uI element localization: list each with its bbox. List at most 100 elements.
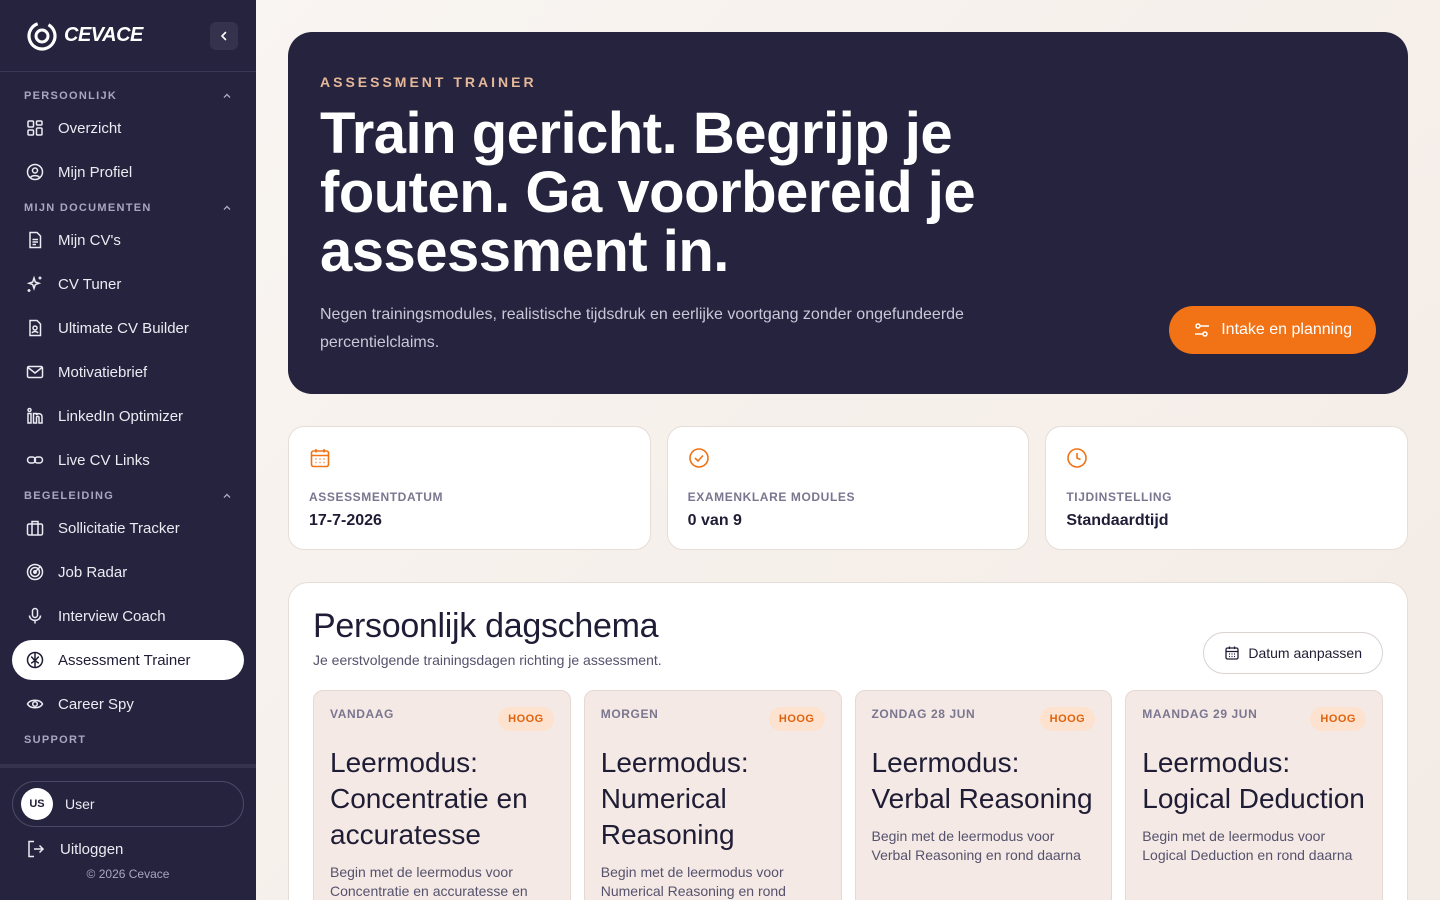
mail-icon (26, 365, 44, 379)
sidebar-item-label: Motivatiebrief (58, 363, 148, 381)
sidebar-nav: PERSOONLIJK Overzicht Mijn Profiel MIJN … (0, 72, 256, 752)
priority-badge: HOOG (1039, 707, 1096, 731)
day-title: Leermodus: Verbal Reasoning (871, 747, 1093, 814)
chevron-left-icon (221, 31, 227, 40)
link-icon (26, 456, 44, 464)
sidebar-item-label: Mijn Profiel (58, 163, 133, 181)
day-title: Leermodus: Concentratie en accuratesse (330, 747, 528, 850)
logout-button[interactable]: Uitloggen (12, 827, 244, 871)
sidebar-item-overzicht[interactable]: Overzicht (12, 108, 244, 148)
section-header-begeleiding[interactable]: BEGELEIDING (12, 484, 244, 508)
sliders-icon (1195, 323, 1210, 337)
sidebar-item-linkedin-optimizer[interactable]: LinkedIn Optimizer (12, 396, 244, 436)
day-description: Begin met de leermodus voor Numerical Re… (600, 864, 786, 899)
file-user-icon (29, 319, 42, 337)
user-menu[interactable]: US User (12, 781, 244, 827)
sidebar-item-label: Ultimate CV Builder (58, 319, 189, 337)
schedule-panel: Persoonlijk dagschema Je eerstvolgende t… (288, 582, 1408, 900)
sidebar-item-assessment-trainer[interactable]: Assessment Trainer (12, 640, 244, 680)
section-header-persoonlijk[interactable]: PERSOONLIJK (12, 84, 244, 108)
section-title: MIJN DOCUMENTEN (24, 202, 152, 214)
collapse-sidebar-button[interactable] (210, 21, 238, 50)
chevron-up-icon (223, 205, 231, 210)
stat-card-tijdinstelling: TIJDINSTELLING Standaardtijd (1045, 426, 1409, 550)
stat-label: TIJDINSTELLING (1066, 490, 1173, 504)
chevron-up-icon (223, 493, 231, 498)
section-title: SUPPORT (24, 734, 87, 746)
sidebar-item-live-cv-links[interactable]: Live CV Links (12, 440, 244, 480)
sidebar-item-interview-coach[interactable]: Interview Coach (12, 596, 244, 636)
sidebar-item-sollicitatie-tracker[interactable]: Sollicitatie Tracker (12, 508, 244, 548)
sidebar-item-motivatiebrief[interactable]: Motivatiebrief (12, 352, 244, 392)
section-title: PERSOONLIJK (24, 90, 118, 102)
calendar-icon (310, 449, 330, 468)
stat-value: 17-7-2026 (309, 512, 382, 529)
file-text-icon (29, 231, 42, 249)
day-description: Begin met de leermodus voor Logical Dedu… (1142, 828, 1353, 863)
dashboard-icon (27, 120, 43, 136)
brain-icon (26, 651, 44, 669)
day-card[interactable]: MAANDAG 29 JUN HOOG Leermodus: Logical D… (1125, 690, 1383, 900)
adjust-date-label: Datum aanpassen (1248, 645, 1362, 661)
main-content: ASSESSMENT TRAINER Train gericht. Begrij… (256, 0, 1440, 900)
section-title: BEGELEIDING (24, 490, 115, 502)
sidebar-item-label: CV Tuner (58, 275, 122, 293)
check-circle-icon (688, 448, 709, 468)
sidebar-item-label: LinkedIn Optimizer (58, 407, 184, 425)
sidebar-item-label: Sollicitatie Tracker (58, 519, 180, 537)
day-cards: VANDAAG HOOG Leermodus: Concentratie en … (313, 690, 1383, 900)
sidebar-item-label: Overzicht (58, 119, 122, 137)
chevron-up-icon (223, 93, 231, 98)
day-description: Begin met de leermodus voor Verbal Reaso… (871, 828, 1081, 863)
day-title: Leermodus: Numerical Reasoning (600, 747, 749, 850)
day-description: Begin met de leermodus voor Concentratie… (330, 864, 528, 899)
sidebar-footer: US User Uitloggen © 2026 Cevace (0, 764, 256, 881)
user-circle-icon (26, 163, 44, 181)
intake-planning-button[interactable]: Intake en planning (1169, 306, 1376, 354)
sidebar-item-career-spy[interactable]: Career Spy (12, 684, 244, 724)
briefcase-icon (26, 520, 44, 536)
sidebar-item-cv-tuner[interactable]: CV Tuner (12, 264, 244, 304)
brand-logo[interactable]: CEVACE (26, 20, 143, 52)
sidebar-item-label: Career Spy (58, 695, 134, 713)
hero-banner: ASSESSMENT TRAINER Train gericht. Begrij… (288, 32, 1408, 394)
day-card[interactable]: VANDAAG HOOG Leermodus: Concentratie en … (313, 690, 571, 900)
stat-value: Standaardtijd (1066, 512, 1169, 529)
eye-icon (26, 699, 44, 709)
adjust-date-button[interactable]: Datum aanpassen (1203, 632, 1383, 674)
sidebar-item-label: Job Radar (58, 563, 128, 581)
day-card[interactable]: ZONDAG 28 JUN HOOG Leermodus: Verbal Rea… (854, 690, 1113, 900)
radar-icon (26, 563, 44, 581)
sidebar-item-mijn-profiel[interactable]: Mijn Profiel (12, 152, 244, 192)
logo-icon (27, 20, 57, 51)
stat-value: 0 van 9 (687, 512, 742, 529)
stats-row: ASSESSMENTDATUM 17-7-2026 EXAMENKLARE MO… (288, 426, 1409, 550)
copyright: © 2026 Cevace (86, 867, 170, 881)
section-header-mijn-documenten[interactable]: MIJN DOCUMENTEN (12, 196, 244, 220)
priority-badge: HOOG (768, 707, 825, 731)
stat-label: ASSESSMENTDATUM (309, 490, 444, 504)
stat-card-assessmentdatum: ASSESSMENTDATUM 17-7-2026 (288, 426, 651, 550)
priority-badge: HOOG (1310, 707, 1366, 731)
brand-name: CEVACE (64, 24, 143, 46)
hero-subtitle: Negen trainingsmodules, realistische tij… (320, 306, 964, 351)
intake-planning-label: Intake en planning (1221, 321, 1352, 338)
day-card[interactable]: MORGEN HOOG Leermodus: Numerical Reasoni… (583, 690, 842, 900)
microphone-icon (28, 607, 42, 624)
day-title: Leermodus: Logical Deduction (1142, 747, 1365, 814)
stat-card-examenklare-modules: EXAMENKLARE MODULES 0 van 9 (666, 426, 1030, 550)
stat-label: EXAMENKLARE MODULES (687, 490, 856, 504)
sidebar-item-mijn-cvs[interactable]: Mijn CV's (12, 220, 244, 260)
sidebar-item-job-radar[interactable]: Job Radar (12, 552, 244, 592)
brand-bar: CEVACE (0, 0, 256, 72)
user-name: User (65, 796, 95, 812)
priority-badge: HOOG (498, 707, 554, 731)
hero-kicker: ASSESSMENT TRAINER (320, 74, 537, 90)
section-header-support[interactable]: SUPPORT (12, 728, 244, 752)
logout-label: Uitloggen (60, 840, 124, 858)
hero-title: Train gericht. Begrijp je fouten. Ga voo… (320, 101, 976, 284)
avatar: US (21, 788, 53, 820)
sidebar-item-label: Mijn CV's (58, 231, 121, 249)
logout-icon (28, 840, 45, 858)
sidebar-item-ultimate-cv-builder[interactable]: Ultimate CV Builder (12, 308, 244, 348)
